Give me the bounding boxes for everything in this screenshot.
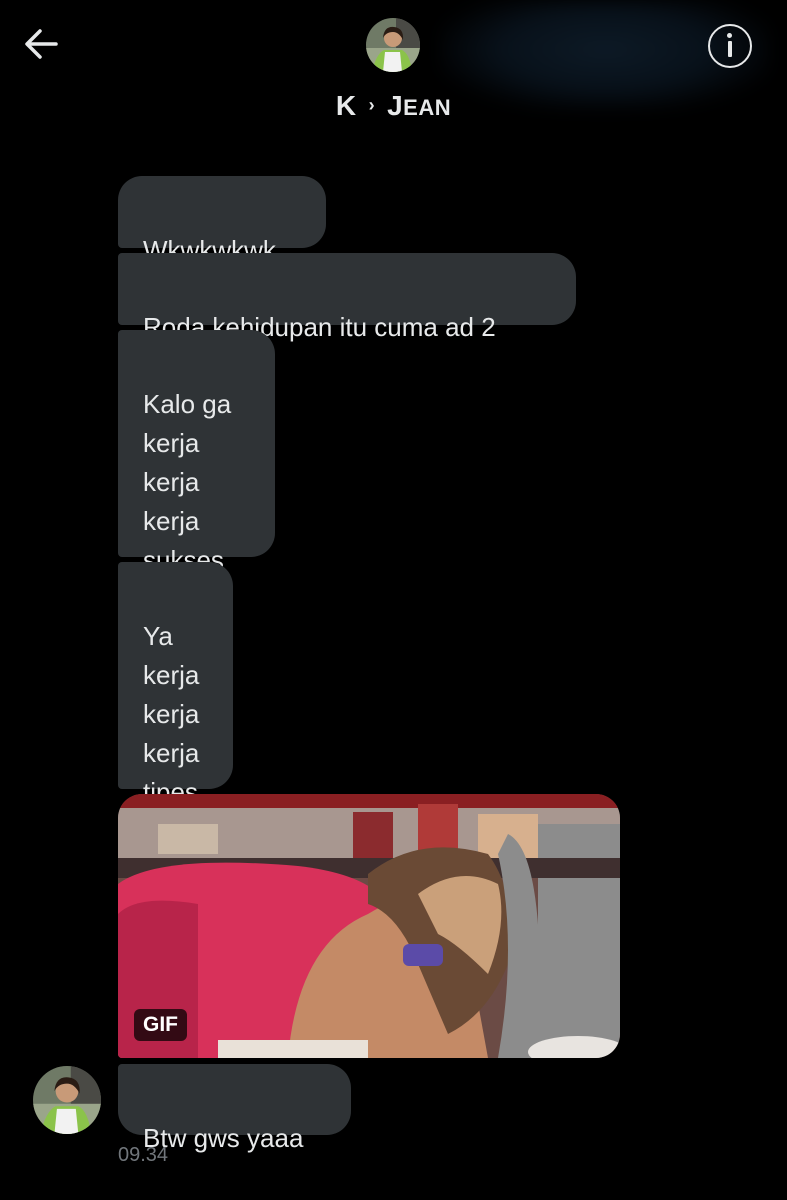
title-first: K (335, 90, 357, 121)
message-bubble[interactable]: Wkwkwkwk (118, 176, 326, 265)
gif-image (118, 794, 620, 1058)
message-bubble[interactable]: Btw gws yaaa (118, 1064, 351, 1153)
message-text: Ya kerja kerja kerja tipes (143, 621, 200, 807)
back-button[interactable] (20, 22, 64, 66)
arrow-left-icon (25, 29, 58, 59)
info-button[interactable] (708, 24, 752, 68)
gif-message[interactable]: GIF (118, 794, 620, 1058)
conversation-title: K › JEAN (0, 90, 787, 122)
sender-avatar[interactable] (33, 1066, 101, 1134)
gif-badge: GIF (134, 1009, 187, 1041)
title-separator: › (368, 95, 376, 115)
message-bubble[interactable]: Roda kehidupan itu cuma ad 2 (118, 253, 576, 342)
conversation-header: K › JEAN (0, 0, 787, 150)
message-bubble[interactable]: Ya kerja kerja kerja tipes (118, 562, 233, 807)
avatar-image (33, 1066, 101, 1134)
title-second-rest: EAN (403, 95, 452, 120)
message-bubble[interactable]: Kalo ga kerja kerja kerja sukses (118, 330, 275, 575)
avatar-image (366, 18, 420, 72)
header-avatar[interactable] (366, 18, 420, 72)
message-text: Kalo ga kerja kerja kerja sukses (143, 389, 232, 575)
title-second-initial: J (387, 90, 404, 121)
message-timestamp: 09.34 (118, 1144, 169, 1166)
